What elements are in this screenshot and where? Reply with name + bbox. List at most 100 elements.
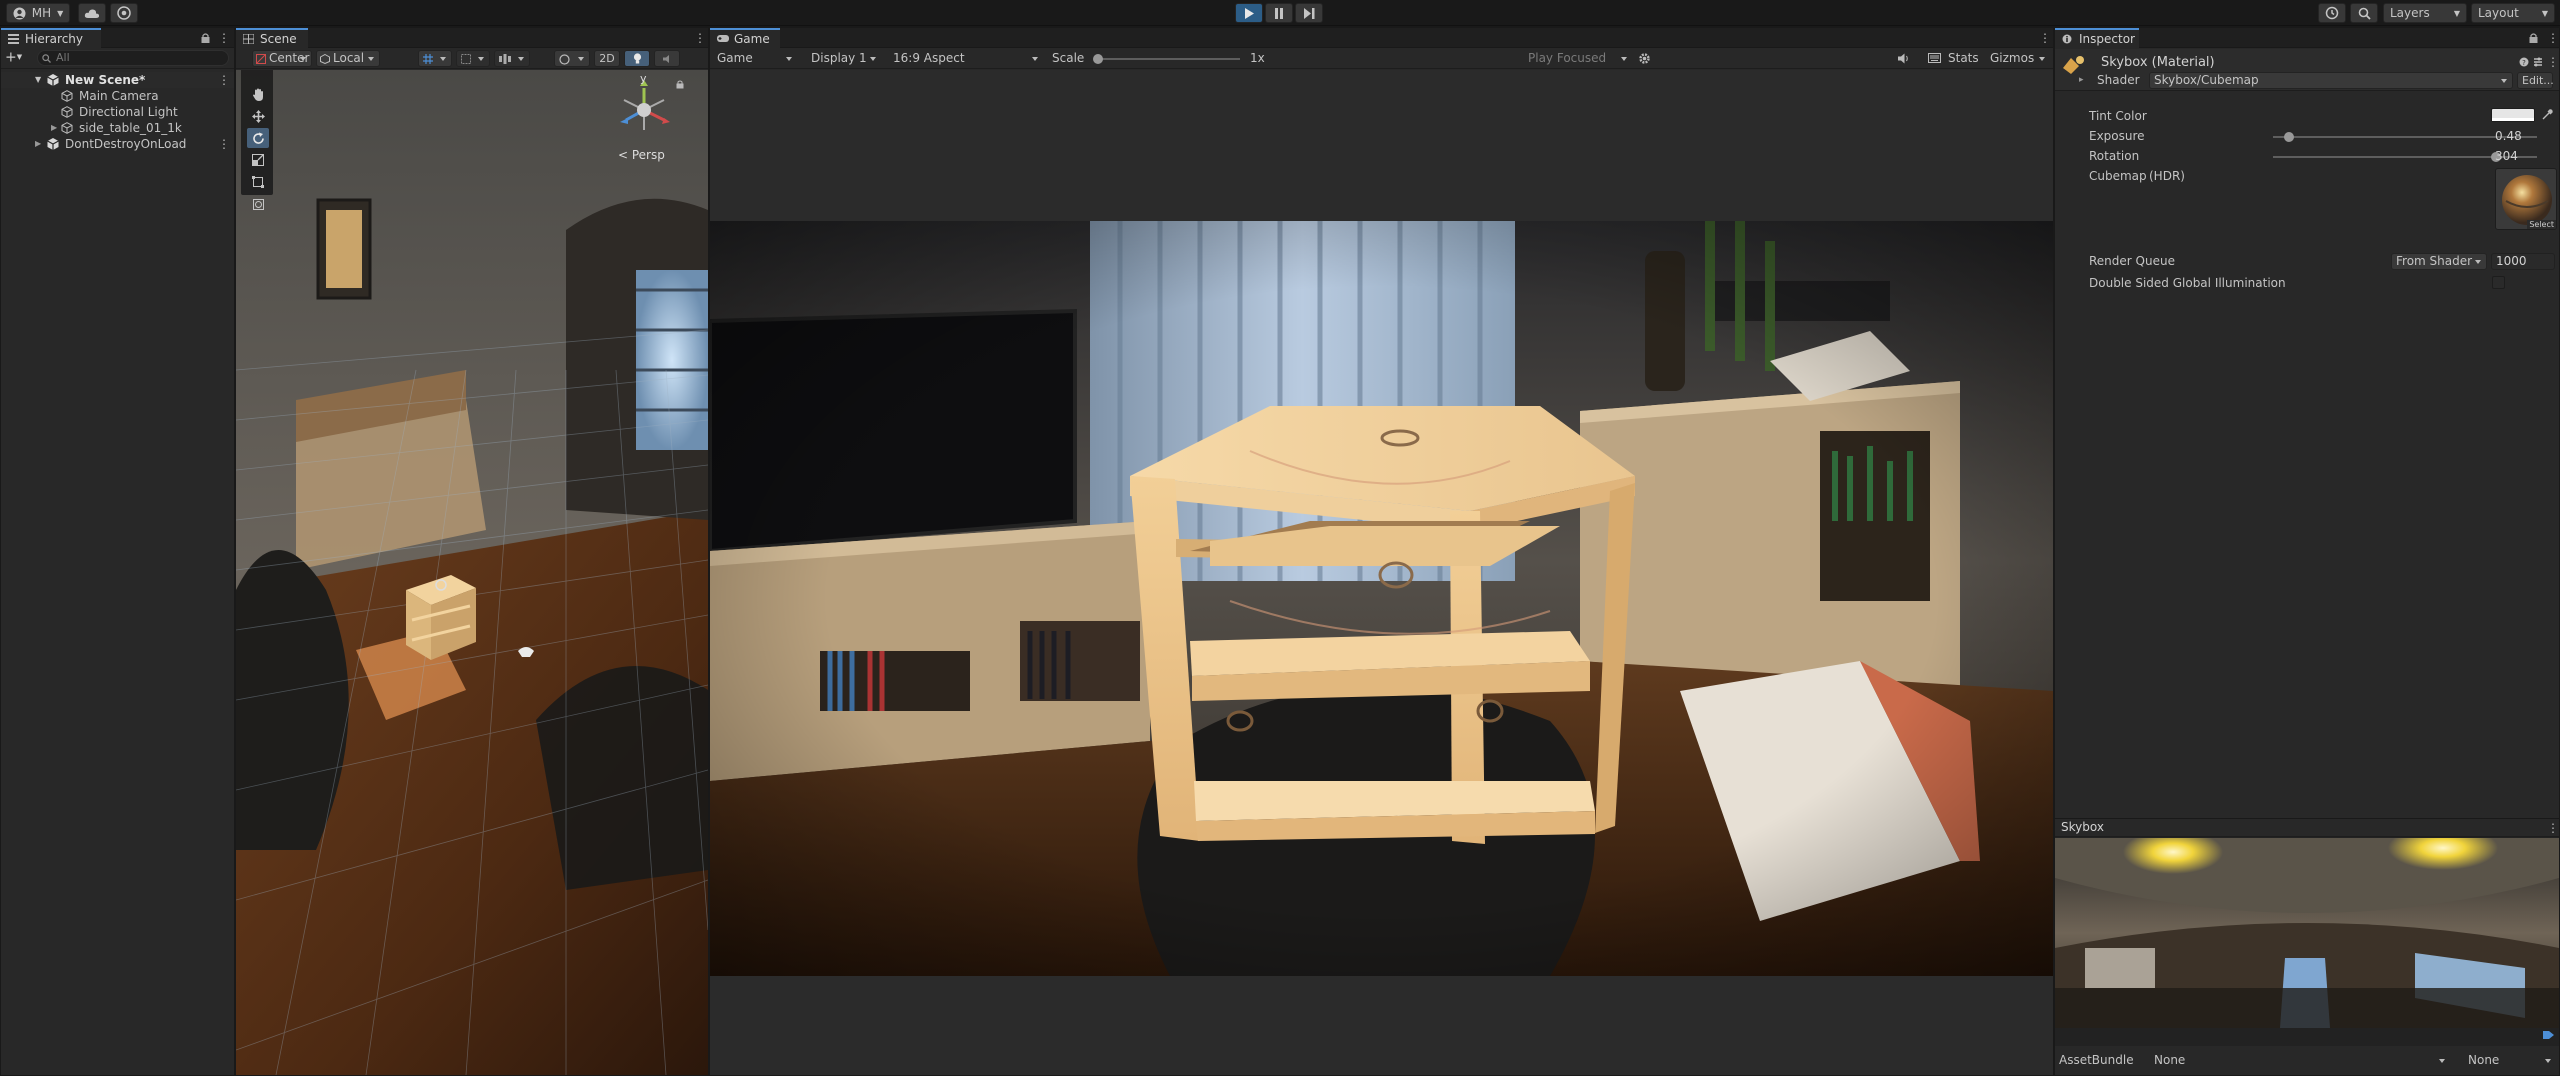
2d-toggle[interactable]: 2D	[594, 50, 620, 67]
account-label: MH	[31, 6, 52, 20]
tab-scene[interactable]: Scene	[236, 28, 308, 48]
shader-dropdown[interactable]: Skybox/Cubemap	[2149, 72, 2513, 89]
settings-gear-icon[interactable]	[1638, 52, 1651, 65]
tag-icon[interactable]	[2543, 1030, 2555, 1040]
lock-icon[interactable]	[201, 33, 210, 43]
stats-button[interactable]: Stats	[1948, 51, 1979, 65]
transform-tool[interactable]	[247, 194, 269, 214]
play-focused-dropdown[interactable]: Play Focused	[1523, 50, 1633, 67]
layout-dropdown[interactable]: Layout ▼	[2471, 3, 2555, 23]
pivot-dropdown[interactable]: Center	[252, 50, 312, 67]
keyboard-shortcuts-icon[interactable]	[1928, 53, 1941, 63]
add-icon[interactable]: +▼	[5, 50, 22, 66]
collab-button[interactable]	[110, 3, 138, 23]
tab-game[interactable]: Game	[710, 28, 780, 48]
tree-item-main-camera[interactable]: Main Camera	[1, 88, 234, 104]
hand-tool[interactable]	[247, 84, 269, 104]
history-button[interactable]	[2318, 3, 2346, 23]
scale-tool[interactable]	[247, 150, 269, 170]
grid-icon	[243, 34, 254, 44]
unity-scene-icon	[47, 74, 59, 86]
aspect-label: 16:9 Aspect	[893, 51, 965, 65]
scene-tools-overlay	[241, 70, 271, 210]
lighting-toggle[interactable]	[624, 50, 650, 67]
info-icon	[2062, 34, 2072, 44]
expand-arrow-icon[interactable]: ▶	[51, 120, 57, 136]
tint-color-swatch[interactable]	[2491, 108, 2535, 122]
cloud-button[interactable]	[78, 3, 106, 23]
render-queue-dropdown[interactable]: From Shader	[2391, 253, 2487, 270]
hierarchy-tabbar: Hierarchy ⋮	[1, 28, 234, 48]
game-viewport[interactable]	[710, 70, 2053, 1075]
draw-mode-dropdown[interactable]	[554, 50, 590, 67]
assetbundle-dropdown[interactable]: None	[2149, 1052, 2451, 1069]
inspector-menu-icon[interactable]: ⋮	[2547, 32, 2559, 44]
preview-menu-icon[interactable]: ⋮	[2547, 822, 2559, 834]
lock-icon[interactable]	[676, 80, 684, 89]
search-button[interactable]	[2350, 3, 2378, 23]
exposure-value[interactable]: 0.48	[2495, 129, 2522, 143]
expand-arrow-icon[interactable]: ▶	[35, 136, 41, 152]
rotate-tool[interactable]	[247, 128, 269, 148]
foldout-arrow-icon[interactable]: ▸	[2079, 75, 2084, 85]
rect-tool-icon	[252, 176, 264, 188]
chevron-down-icon: ▼	[2541, 8, 2548, 18]
dontdestroy-menu-icon[interactable]: ⋮	[218, 138, 230, 150]
scale-slider[interactable]	[1093, 54, 1240, 64]
scene-viewport[interactable]: y < Persp	[236, 70, 708, 1075]
tree-item-side-table[interactable]: ▶ side_table_01_1k	[1, 120, 234, 136]
view-dropdown[interactable]: Game	[712, 50, 798, 67]
pause-button[interactable]	[1265, 3, 1293, 23]
space-dropdown[interactable]: Local	[316, 50, 380, 67]
game-menu-icon[interactable]: ⋮	[2039, 32, 2051, 44]
tree-item-directional-light[interactable]: Directional Light	[1, 104, 234, 120]
scale-slider-knob[interactable]	[1093, 54, 1103, 64]
inspector-tab-label: Inspector	[2079, 32, 2135, 46]
hierarchy-menu-icon[interactable]: ⋮	[218, 32, 230, 44]
aspect-dropdown[interactable]: 16:9 Aspect	[888, 50, 1044, 67]
tree-item-dontdestroyonload[interactable]: ▶ DontDestroyOnLoad ⋮	[1, 136, 234, 152]
step-button[interactable]	[1295, 3, 1323, 23]
rotation-label: Rotation	[2089, 149, 2140, 163]
exposure-slider-knob[interactable]	[2283, 132, 2294, 142]
scene-menu-icon[interactable]: ⋮	[694, 32, 706, 44]
tree-item-new-scene[interactable]: ▼ New Scene* ⋮	[1, 72, 234, 88]
assetbundle-variant-dropdown[interactable]: None	[2463, 1052, 2557, 1069]
persp-label[interactable]: < Persp	[618, 148, 665, 162]
search-placeholder: All	[56, 51, 70, 64]
audio-toggle[interactable]	[654, 50, 680, 67]
help-icon[interactable]: ?	[2519, 57, 2529, 67]
play-button[interactable]	[1235, 3, 1263, 23]
account-icon	[13, 7, 26, 19]
expand-arrow-icon[interactable]: ▼	[35, 72, 41, 88]
cubemap-slot[interactable]: Select	[2495, 168, 2557, 230]
skybox-preview-render[interactable]	[2055, 838, 2559, 1028]
scale-label: Scale	[1052, 51, 1085, 65]
hierarchy-search-input[interactable]: All	[37, 50, 229, 66]
move-tool[interactable]	[247, 106, 269, 126]
gizmos-dropdown[interactable]: Gizmos	[1985, 50, 2051, 67]
rotation-value[interactable]: 304	[2495, 149, 2518, 163]
eyedropper-icon[interactable]	[2541, 109, 2553, 121]
render-queue-field[interactable]: 1000	[2491, 253, 2555, 270]
component-menu-icon[interactable]: ⋮	[2547, 56, 2559, 68]
tab-inspector[interactable]: Inspector	[2055, 28, 2139, 48]
lock-icon[interactable]	[2529, 33, 2538, 43]
space-label: Local	[333, 51, 365, 65]
orientation-gizmo[interactable]: y < Persp	[614, 72, 684, 180]
account-dropdown[interactable]: MH ▼	[6, 3, 70, 23]
display-dropdown[interactable]: Display 1	[806, 50, 882, 67]
align-dropdown[interactable]	[494, 50, 530, 67]
grid-snap-dropdown[interactable]	[418, 50, 452, 67]
edit-shader-button[interactable]: Edit...	[2517, 72, 2554, 89]
tab-hierarchy[interactable]: Hierarchy	[1, 28, 101, 48]
layers-dropdown[interactable]: Layers ▼	[2383, 3, 2467, 23]
preset-icon[interactable]	[2533, 57, 2543, 67]
increment-snap-icon	[461, 54, 471, 64]
rect-tool[interactable]	[247, 172, 269, 192]
increment-snap-dropdown[interactable]	[456, 50, 490, 67]
mute-audio-icon[interactable]	[1898, 53, 1910, 64]
scene-menu-icon[interactable]: ⋮	[218, 74, 230, 86]
double-sided-gi-checkbox[interactable]	[2492, 276, 2505, 289]
select-button[interactable]: Select	[2527, 220, 2556, 229]
